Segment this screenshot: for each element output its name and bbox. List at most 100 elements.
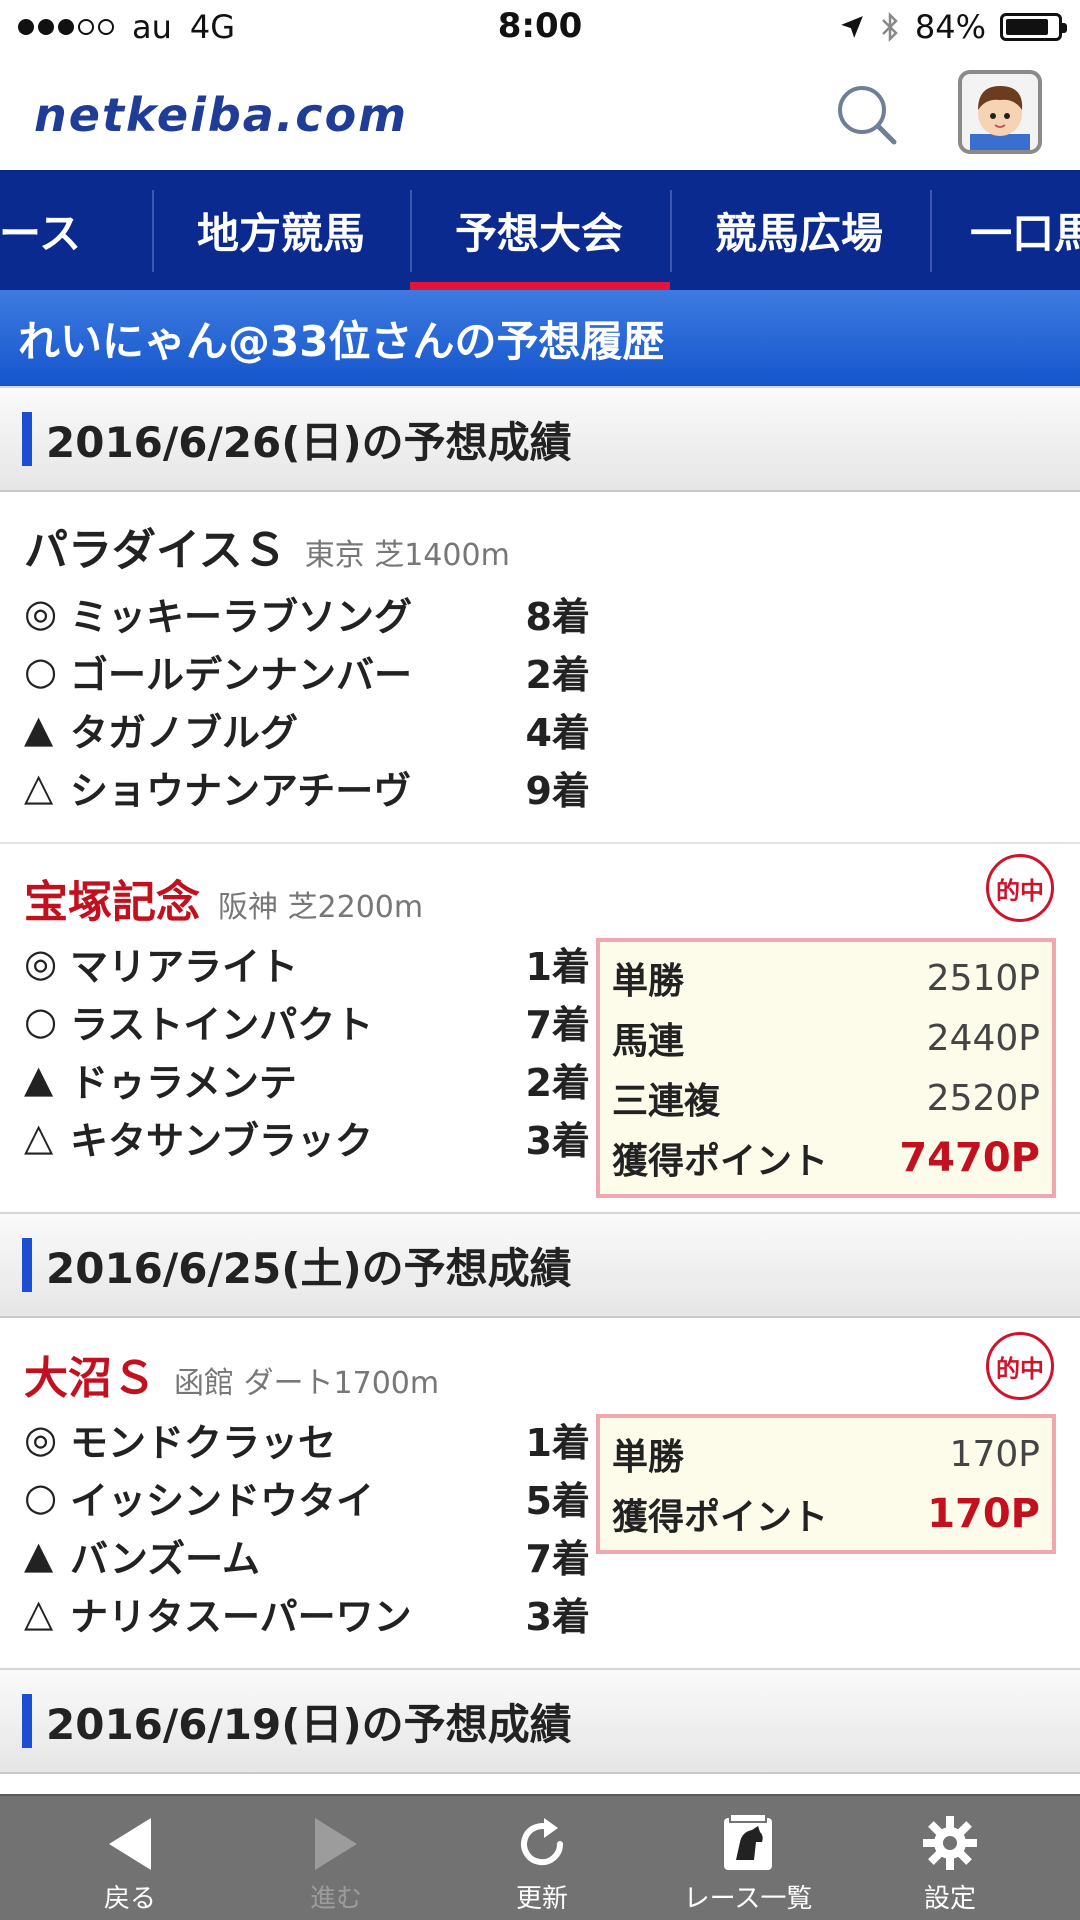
bet-points: 170P <box>949 1433 1040 1475</box>
bottom-toolbar: 戻る 進む 更新 レース一覧 設定 <box>0 1794 1080 1920</box>
pick-row: ▲ ドゥラメンテ 2着 <box>24 1050 590 1108</box>
payout-row: 単勝 170P <box>612 1424 1040 1484</box>
location-arrow-icon <box>841 16 863 38</box>
bluetooth-icon <box>881 11 898 43</box>
finish-place: 7着 <box>525 1002 590 1047</box>
race-list-label: レース一覧 <box>683 1884 813 1914</box>
forward-arrow-icon <box>315 1818 357 1870</box>
date-header-label: 2016/6/25(土)の予想成績 <box>46 1243 572 1293</box>
horse-name: ゴールデンナンバー <box>70 652 413 697</box>
pick-row: △ ナリタスーパーワン 3着 <box>24 1584 590 1642</box>
site-header: netkeiba.com <box>0 58 1080 170</box>
battery-icon <box>1000 13 1067 41</box>
battery-percent: 84% <box>914 8 986 46</box>
pick-row: ◎ モンドクラッセ 1着 <box>24 1410 590 1468</box>
pick-mark: ◎ <box>24 591 58 635</box>
active-tab-indicator <box>410 282 670 290</box>
pick-row: ◎ ミッキーラブソング 8着 <box>24 584 590 642</box>
nav-tab-hitokuchi[interactable]: 一口馬 <box>930 170 1080 290</box>
main-nav: ベース 地方競馬 予想大会 競馬広場 一口馬 <box>0 170 1080 290</box>
finish-place: 5着 <box>525 1478 590 1523</box>
picks-list: ◎ マリアライト 1着 ○ ラストインパクト 7着 ▲ ドゥラメンテ 2着 △ キタサンブラッ… <box>24 934 590 1166</box>
forward-label: 進む <box>309 1884 362 1914</box>
date-header-label: 2016/6/26(日)の予想成績 <box>46 417 572 467</box>
pick-mark: △ <box>24 1591 54 1635</box>
pick-mark: ◎ <box>24 941 58 985</box>
back-arrow-icon <box>109 1818 151 1870</box>
horse-name: マリアライト <box>70 944 299 989</box>
pick-mark: △ <box>24 1115 54 1159</box>
finish-place: 3着 <box>525 1594 590 1639</box>
finish-place: 4着 <box>525 710 590 755</box>
race-info: 函館 ダート1700m <box>174 1366 440 1401</box>
horse-name: ドゥラメンテ <box>70 1060 297 1105</box>
pick-row: △ キタサンブラック 3着 <box>24 1108 590 1166</box>
horse-name: イッシンドウタイ <box>70 1478 375 1523</box>
payout-row: 三連複 2520P <box>612 1068 1040 1128</box>
reload-button[interactable]: 更新 <box>462 1796 622 1920</box>
finish-place: 9着 <box>525 768 590 813</box>
nav-tab-race[interactable]: ベース <box>0 170 148 290</box>
horse-name: ラストインパクト <box>70 1002 374 1047</box>
pick-mark: ▲ <box>24 707 54 751</box>
hit-badge: 的中 <box>986 1332 1054 1400</box>
forward-button[interactable]: 進む <box>256 1796 416 1920</box>
total-points-row: 獲得ポイント 7470P <box>612 1128 1040 1188</box>
finish-place: 1着 <box>525 944 590 989</box>
pick-mark: ▲ <box>24 1533 54 1577</box>
date-header: 2016/6/26(日)の予想成績 <box>0 386 1080 492</box>
horse-name: ショウナンアチーヴ <box>70 768 412 813</box>
nav-tab-keiba-hiroba[interactable]: 競馬広場 <box>670 170 928 290</box>
nav-tab-prediction-contest[interactable]: 予想大会 <box>410 170 668 290</box>
total-points-row: 獲得ポイント 170P <box>612 1484 1040 1544</box>
picks-list: ◎ ミッキーラブソング 8着 ○ ゴールデンナンバー 2着 ▲ タガノブルグ 4着 △ ショウ… <box>24 584 590 816</box>
pick-mark: ▲ <box>24 1057 54 1101</box>
horse-name: バンズーム <box>70 1536 261 1581</box>
reload-label: 更新 <box>515 1884 568 1914</box>
gear-icon <box>923 1816 977 1870</box>
pick-row: ○ イッシンドウタイ 5着 <box>24 1468 590 1526</box>
race-name: パラダイスＳ <box>24 525 287 576</box>
race-list-button[interactable]: レース一覧 <box>668 1796 828 1920</box>
settings-button[interactable]: 設定 <box>870 1796 1030 1920</box>
status-right: 84% <box>839 8 1067 46</box>
pick-row: ▲ バンズーム 7着 <box>24 1526 590 1584</box>
bet-type: 馬連 <box>612 1021 685 1062</box>
horse-name: ナリタスーパーワン <box>70 1594 412 1639</box>
site-logo[interactable]: netkeiba.com <box>34 88 408 142</box>
horse-name: モンドクラッセ <box>70 1420 337 1465</box>
horse-name: ミッキーラブソング <box>70 594 413 639</box>
pick-row: ◎ マリアライト 1着 <box>24 934 590 992</box>
settings-label: 設定 <box>923 1884 976 1914</box>
pick-row: △ ショウナンアチーヴ 9着 <box>24 758 590 816</box>
bet-type: 単勝 <box>612 961 685 1002</box>
payout-box: 単勝 170P 獲得ポイント 170P <box>596 1414 1056 1554</box>
back-button[interactable]: 戻る <box>50 1796 210 1920</box>
finish-place: 2着 <box>525 652 590 697</box>
page-title: れいにゃん@33位さんの予想履歴 <box>0 290 1080 386</box>
bet-type: 単勝 <box>612 1437 685 1478</box>
hit-badge: 的中 <box>986 854 1054 922</box>
finish-place: 1着 <box>525 1420 590 1465</box>
finish-place: 8着 <box>525 594 590 639</box>
bet-points: 2440P <box>926 1017 1040 1059</box>
finish-place: 3着 <box>525 1118 590 1163</box>
pick-mark: ○ <box>24 1475 58 1519</box>
finish-place: 7着 <box>525 1536 590 1581</box>
pick-mark: ◎ <box>24 1417 58 1461</box>
user-avatar-button[interactable] <box>958 70 1042 154</box>
reload-icon <box>521 1818 564 1866</box>
race-name: 宝塚記念 <box>24 877 200 928</box>
horse-name: キタサンブラック <box>70 1118 373 1163</box>
nav-tab-local-racing[interactable]: 地方競馬 <box>152 170 410 290</box>
race-card[interactable]: 大沼Ｓ 函館 ダート1700m 的中 ◎ モンドクラッセ 1着 ○ イッシンドウタイ 5… <box>0 1320 1080 1670</box>
race-card[interactable]: 宝塚記念 阪神 芝2200m 的中 ◎ マリアライト 1着 ○ ラストインパクト 7着 … <box>0 844 1080 1214</box>
race-card[interactable]: パラダイスＳ 東京 芝1400m ◎ ミッキーラブソング 8着 ○ ゴールデンナンバー… <box>0 494 1080 844</box>
total-label: 獲得ポイント <box>612 1141 829 1182</box>
race-info: 東京 芝1400m <box>304 538 510 573</box>
payout-box: 単勝 2510P 馬連 2440P 三連複 2520P 獲得ポイント 7470P <box>596 938 1056 1198</box>
pick-row: ▲ タガノブルグ 4着 <box>24 700 590 758</box>
total-label: 獲得ポイント <box>612 1497 829 1538</box>
search-button[interactable] <box>830 78 902 150</box>
bet-points: 2510P <box>926 957 1040 999</box>
